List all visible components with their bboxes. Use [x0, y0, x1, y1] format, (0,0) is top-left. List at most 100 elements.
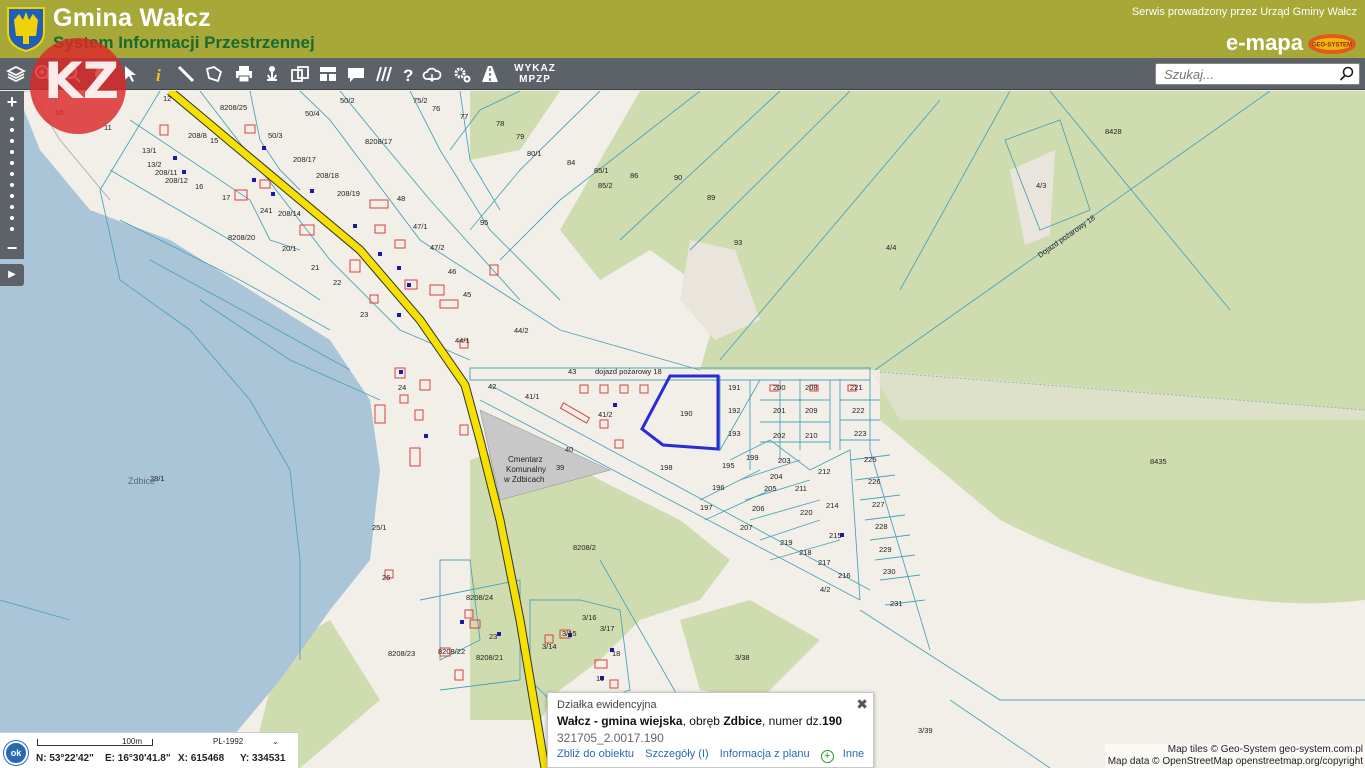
svg-text:21: 21 — [311, 263, 319, 272]
svg-text:77: 77 — [460, 112, 468, 121]
svg-text:223: 223 — [854, 429, 867, 438]
zoom-minus-button[interactable]: − — [3, 239, 21, 257]
zoom-level-dot[interactable] — [10, 183, 14, 187]
zoom-level-dot[interactable] — [10, 139, 14, 143]
svg-text:218: 218 — [799, 548, 812, 557]
plan-info-link[interactable]: Informacja z planu — [720, 748, 810, 760]
zoom-bar: + − — [0, 91, 24, 259]
svg-text:18: 18 — [612, 649, 620, 658]
svg-text:80/1: 80/1 — [527, 149, 542, 158]
svg-text:3/38: 3/38 — [735, 653, 750, 662]
info-icon[interactable]: i — [146, 62, 170, 86]
details-link[interactable]: Szczegóły (I) — [645, 748, 709, 760]
geo-system-badge[interactable]: GEO-SYSTEM — [1307, 33, 1357, 55]
svg-text:23: 23 — [360, 310, 368, 319]
cloud-icon[interactable] — [420, 62, 444, 86]
zoom-level-dot[interactable] — [10, 161, 14, 165]
svg-text:192: 192 — [728, 406, 741, 415]
zoom-level-dot[interactable] — [10, 172, 14, 176]
measure-line-icon[interactable] — [174, 62, 198, 86]
svg-text:216: 216 — [838, 571, 851, 580]
coordinates-panel: ok 100m PL-1992 ⌄ N: 53°22'42" E: 16°30'… — [0, 732, 298, 768]
search-icon[interactable] — [1339, 66, 1355, 82]
svg-text:231: 231 — [890, 599, 903, 608]
scale-bar: 100m — [37, 737, 153, 746]
svg-text:44/1: 44/1 — [455, 336, 470, 345]
svg-text:226: 226 — [868, 477, 881, 486]
coat-of-arms-logo[interactable] — [6, 6, 46, 52]
svg-text:197: 197 — [700, 503, 713, 512]
search-input[interactable] — [1156, 64, 1336, 84]
ok-button[interactable]: ok — [4, 741, 28, 765]
kz-watermark-logo: KZ — [30, 38, 126, 134]
zoom-level-dot[interactable] — [10, 194, 14, 198]
svg-text:3/14: 3/14 — [542, 642, 557, 651]
svg-text:8208/17: 8208/17 — [365, 137, 392, 146]
service-note: Serwis prowadzony przez Urząd Gminy Wałc… — [1131, 6, 1357, 18]
svg-text:206: 206 — [752, 504, 765, 513]
svg-text:8435: 8435 — [1150, 457, 1167, 466]
svg-text:20/1: 20/1 — [282, 244, 297, 253]
emapa-brand[interactable]: e-mapa — [1226, 30, 1303, 56]
position-icon[interactable] — [260, 62, 284, 86]
svg-text:8428: 8428 — [1105, 127, 1122, 136]
svg-text:208/19: 208/19 — [337, 189, 360, 198]
svg-text:190: 190 — [680, 409, 693, 418]
svg-text:17: 17 — [222, 193, 230, 202]
panel-toggle-button[interactable]: ▶ — [0, 264, 24, 286]
svg-text:207: 207 — [740, 523, 753, 532]
svg-text:198: 198 — [660, 463, 673, 472]
attribution-tiles[interactable]: Map tiles © Geo-System geo-system.com.pl — [1105, 744, 1363, 756]
hatch-icon[interactable] — [372, 62, 396, 86]
app-header: Gmina Wałcz System Informacji Przestrzen… — [0, 0, 1365, 58]
chevron-down-icon[interactable]: ⌄ — [272, 737, 279, 746]
parcel-info-popup: ✖ Działka ewidencyjna Wałcz - gmina wiej… — [547, 692, 874, 768]
app-title: Gmina Wałcz — [53, 4, 211, 32]
svg-text:205: 205 — [764, 484, 777, 493]
svg-text:84: 84 — [567, 158, 575, 167]
svg-text:219: 219 — [780, 538, 793, 547]
road-icon[interactable] — [478, 62, 502, 86]
layers-icon[interactable] — [4, 62, 28, 86]
zoom-level-dot[interactable] — [10, 227, 14, 231]
svg-text:75/2: 75/2 — [413, 96, 428, 105]
zoom-to-object-link[interactable]: Zbliż do obiektu — [557, 748, 634, 760]
print-icon[interactable] — [232, 62, 256, 86]
attribution-data[interactable]: Map data © OpenStreetMap openstreetmap.o… — [1105, 756, 1363, 768]
svg-text:50/4: 50/4 — [305, 109, 320, 118]
svg-text:3/17: 3/17 — [600, 624, 615, 633]
help-icon[interactable]: ? — [396, 62, 420, 86]
wykaz-mpzp-button[interactable]: WYKAZ MPZP — [510, 63, 560, 85]
close-icon[interactable]: ✖ — [856, 696, 868, 713]
svg-text:23: 23 — [489, 632, 497, 641]
svg-text:85/2: 85/2 — [598, 181, 613, 190]
svg-text:89: 89 — [707, 193, 715, 202]
svg-text:41/1: 41/1 — [525, 392, 540, 401]
zoom-plus-button[interactable]: + — [3, 93, 21, 111]
svg-text:13/1: 13/1 — [142, 146, 157, 155]
plus-icon[interactable]: + — [820, 750, 834, 763]
map-canvas[interactable]: 12 10 11 8208/25 50/4 50/2 75/2 76 77 78… — [0, 91, 1365, 768]
crs-select[interactable]: PL-1992 — [213, 737, 243, 746]
svg-text:Cmentarz: Cmentarz — [508, 455, 543, 464]
settings-icon[interactable] — [450, 62, 474, 86]
zoom-level-dot[interactable] — [10, 216, 14, 220]
zoom-level-dot[interactable] — [10, 117, 14, 121]
svg-text:43: 43 — [568, 367, 576, 376]
layout-icon[interactable] — [316, 62, 340, 86]
more-link[interactable]: Inne — [843, 748, 864, 760]
svg-text:41/2: 41/2 — [598, 410, 613, 419]
svg-text:8208/24: 8208/24 — [466, 593, 493, 602]
svg-text:dojazd pożarowy 18: dojazd pożarowy 18 — [595, 367, 662, 376]
svg-text:228: 228 — [875, 522, 888, 531]
svg-text:47/1: 47/1 — [413, 222, 428, 231]
measure-area-icon[interactable] — [202, 62, 226, 86]
zoom-level-dot[interactable] — [10, 205, 14, 209]
svg-text:222: 222 — [852, 406, 865, 415]
zoom-level-dot[interactable] — [10, 150, 14, 154]
zoom-level-dot[interactable] — [10, 128, 14, 132]
comment-icon[interactable] — [344, 62, 368, 86]
svg-text:46: 46 — [448, 267, 456, 276]
svg-text:8208/22: 8208/22 — [438, 647, 465, 656]
compare-icon[interactable] — [288, 62, 312, 86]
